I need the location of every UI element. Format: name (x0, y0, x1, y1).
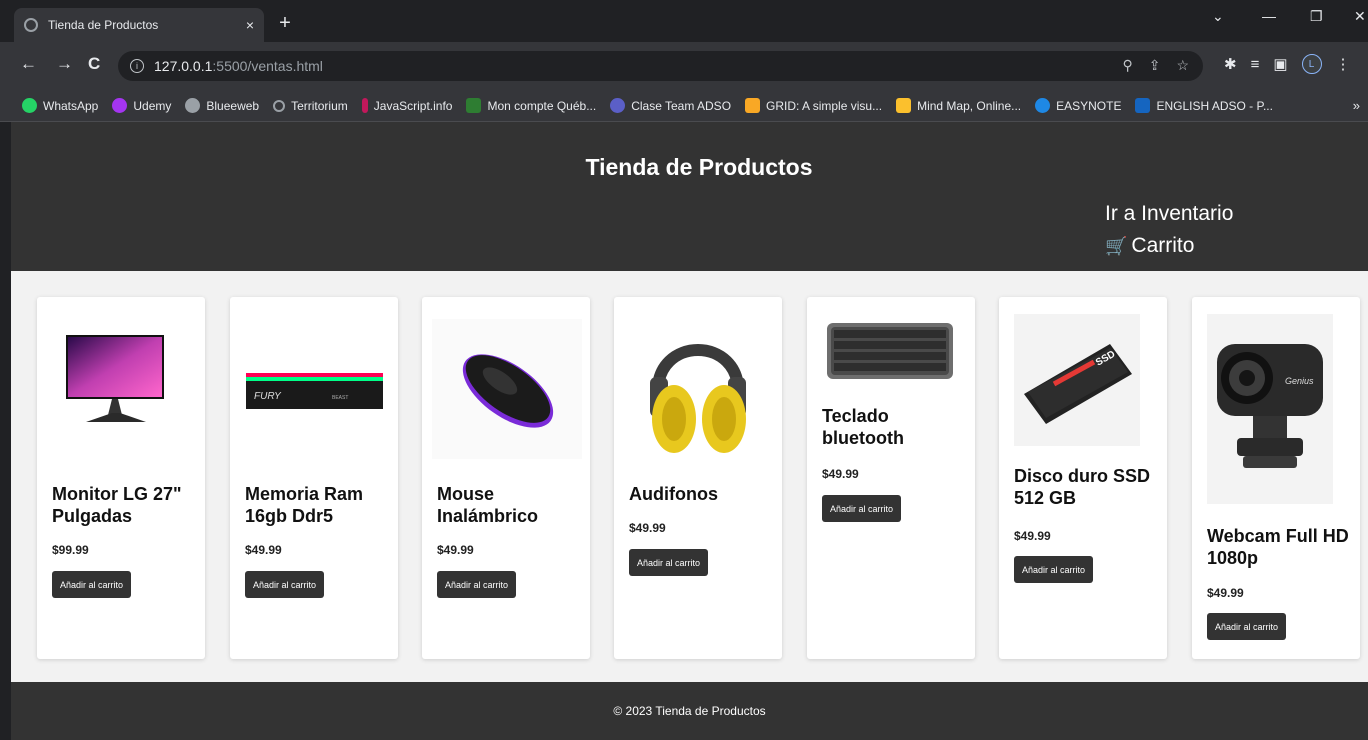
whatsapp-icon (22, 98, 37, 113)
url-path: :5500/ventas.html (212, 58, 323, 74)
classroom-icon (1135, 98, 1151, 113)
add-to-cart-button[interactable]: Añadir al carrito (629, 549, 709, 576)
javascript-info-icon (361, 98, 368, 113)
star-icon[interactable]: ☆ (1176, 57, 1189, 74)
tab-title: Tienda de Productos (48, 18, 159, 32)
add-to-cart-button[interactable]: Añadir al carrito (52, 571, 132, 598)
cart-link-label: Carrito (1131, 234, 1195, 257)
globe-icon (185, 98, 201, 113)
bookmark-mon-compte[interactable]: Mon compte Québ... (466, 98, 596, 113)
product-card: SSD Disco duro SSD 512 GB $49.99 Añadir … (999, 297, 1167, 659)
cart-link[interactable]: 🛒 Carrito (1105, 234, 1194, 258)
bookmark-mind-map[interactable]: Mind Map, Online... (896, 98, 1021, 113)
close-tab-icon[interactable]: × (246, 17, 254, 33)
bookmark-english-adso[interactable]: ENGLISH ADSO - P... (1135, 98, 1273, 113)
product-card: Mouse Inalámbrico $49.99 Añadir al carri… (422, 297, 590, 659)
product-name: Monitor LG 27" Pulgadas (52, 484, 182, 526)
keyboard-image (827, 323, 953, 379)
inventory-link[interactable]: Ir a Inventario (1105, 202, 1233, 226)
product-name: Webcam Full HD 1080p (1207, 526, 1349, 568)
info-icon[interactable]: i (130, 59, 144, 73)
bookmarks-bar: WhatsApp Udemy Blueeweb Territorium Java… (0, 90, 1368, 122)
product-card: Monitor LG 27" Pulgadas $99.99 Añadir al… (37, 297, 205, 659)
product-price: $49.99 (245, 543, 282, 557)
product-card: Audifonos $49.99 Añadir al carrito (614, 297, 782, 659)
add-to-cart-button[interactable]: Añadir al carrito (1014, 556, 1094, 583)
mind-map-icon (896, 98, 912, 113)
close-window-icon[interactable]: ✕ (1354, 8, 1366, 25)
back-icon[interactable]: ← (20, 54, 37, 74)
site-header: Tienda de Productos Ir a Inventario 🛒 Ca… (11, 122, 1368, 271)
product-price: $99.99 (52, 543, 89, 557)
browser-toolbar: ← → C i 127.0.0.1:5500/ventas.html ⚲ ⇪ ☆… (0, 42, 1368, 90)
extensions-icon[interactable]: ✱ (1224, 55, 1237, 73)
webcam-image: Genius (1207, 314, 1333, 504)
ram-image: FURY BEAST (246, 373, 383, 409)
product-price: $49.99 (1207, 586, 1244, 600)
url-host: 127.0.0.1 (154, 58, 213, 74)
page-title: Tienda de Productos (585, 154, 813, 180)
bookmark-blueeweb[interactable]: Blueeweb (185, 98, 259, 113)
product-price: $49.99 (437, 543, 474, 557)
headphones-image (650, 344, 746, 453)
product-price: $49.99 (822, 467, 859, 481)
share-icon[interactable]: ⇪ (1149, 57, 1161, 74)
reading-list-icon[interactable]: ≡ (1251, 56, 1260, 73)
bookmark-clase-team[interactable]: Clase Team ADSO (610, 98, 731, 113)
browser-tab[interactable]: Tienda de Productos × (14, 8, 264, 42)
product-name: Disco duro SSD 512 GB (1014, 466, 1151, 508)
mouse-image (432, 319, 582, 459)
address-bar[interactable]: i 127.0.0.1:5500/ventas.html ⚲ ⇪ ☆ (118, 51, 1203, 81)
cart-icon: 🛒 (1105, 235, 1128, 256)
mon-compte-icon (466, 98, 482, 113)
page-content: Tienda de Productos Ir a Inventario 🛒 Ca… (11, 122, 1368, 740)
product-name: Audifonos (629, 484, 718, 504)
zoom-icon[interactable]: ⚲ (1122, 57, 1132, 74)
site-footer: © 2023 Tienda de Productos (11, 682, 1368, 740)
svg-text:Genius: Genius (1285, 376, 1314, 386)
bookmark-udemy[interactable]: Udemy (112, 98, 171, 113)
add-to-cart-button[interactable]: Añadir al carrito (437, 571, 517, 598)
side-panel-icon[interactable]: ▣ (1273, 55, 1287, 73)
monitor-image (66, 335, 164, 422)
add-to-cart-button[interactable]: Añadir al carrito (822, 495, 902, 522)
more-bookmarks-icon[interactable]: » (1353, 98, 1360, 113)
product-price: $49.99 (1014, 529, 1051, 543)
bookmark-grid[interactable]: GRID: A simple visu... (745, 98, 882, 113)
product-grid: Monitor LG 27" Pulgadas $99.99 Añadir al… (37, 297, 1368, 659)
menu-icon[interactable]: ⋮ (1336, 55, 1351, 73)
browser-tab-bar: Tienda de Productos × + ⌄ — ❐ ✕ (0, 0, 1368, 42)
bookmark-javascript-info[interactable]: JavaScript.info (361, 98, 452, 113)
udemy-icon (112, 98, 128, 113)
svg-text:BEAST: BEAST (332, 395, 348, 401)
footer-text: © 2023 Tienda de Productos (613, 704, 766, 718)
bookmark-territorium[interactable]: Territorium (273, 99, 348, 113)
product-name: Memoria Ram 16gb Ddr5 (245, 484, 364, 526)
globe-icon (24, 18, 38, 32)
easynote-icon (1035, 98, 1051, 113)
product-card: Genius Webcam Full HD 1080p $49.99 Añadi… (1192, 297, 1360, 659)
teams-icon (610, 98, 626, 113)
territorium-icon (273, 99, 286, 112)
restore-icon[interactable]: ❐ (1310, 8, 1323, 25)
bookmark-whatsapp[interactable]: WhatsApp (22, 98, 98, 113)
bookmark-easynote[interactable]: EASYNOTE (1035, 98, 1121, 113)
product-name: Teclado bluetooth (822, 406, 904, 448)
tab-search-icon[interactable]: ⌄ (1212, 8, 1224, 25)
ssd-image: SSD (1014, 314, 1140, 446)
reload-icon[interactable]: C (88, 54, 100, 74)
profile-avatar[interactable]: L (1301, 54, 1322, 74)
new-tab-button[interactable]: + (272, 10, 298, 36)
add-to-cart-button[interactable]: Añadir al carrito (1207, 613, 1287, 640)
grid-icon (745, 98, 761, 113)
product-card: FURY BEAST Memoria Ram 16gb Ddr5 $49.99 … (230, 297, 398, 659)
product-price: $49.99 (629, 521, 666, 535)
minimize-icon[interactable]: — (1262, 8, 1276, 24)
product-name: Mouse Inalámbrico (437, 484, 539, 526)
svg-text:FURY: FURY (254, 391, 282, 402)
forward-icon[interactable]: → (56, 54, 73, 74)
add-to-cart-button[interactable]: Añadir al carrito (245, 571, 325, 598)
product-card: Teclado bluetooth $49.99 Añadir al carri… (807, 297, 975, 659)
